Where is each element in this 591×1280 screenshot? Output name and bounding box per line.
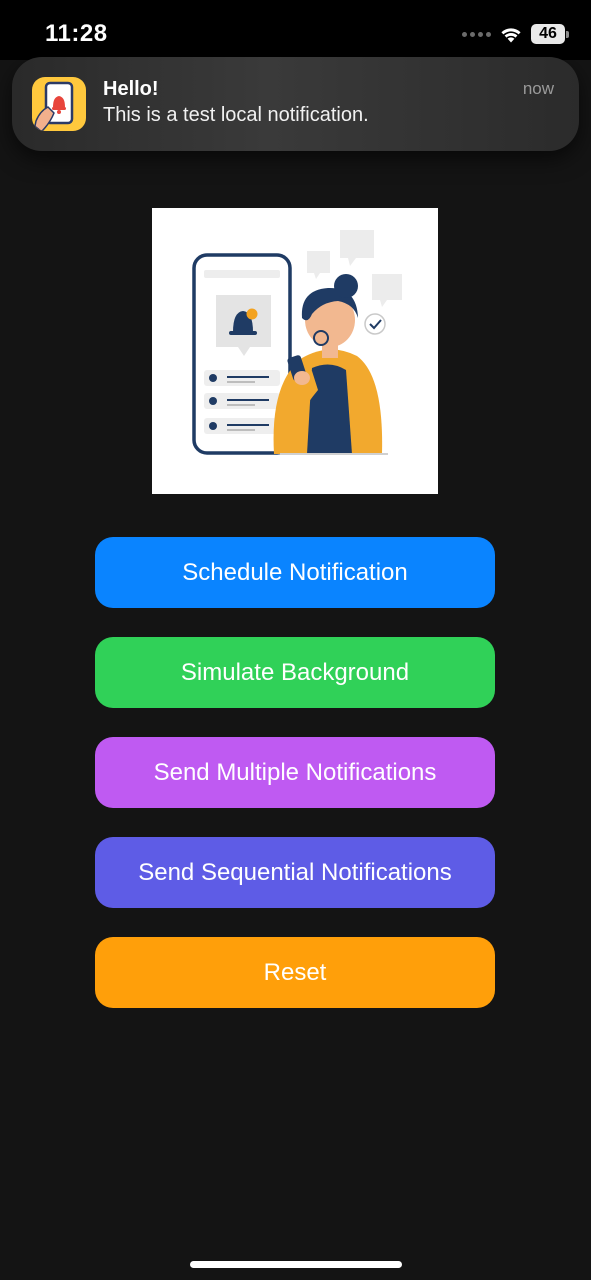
notification-body: This is a test local notification. — [103, 104, 369, 126]
send-sequential-notifications-button[interactable]: Send Sequential Notifications — [95, 837, 495, 908]
battery-icon: 46 — [531, 24, 569, 44]
send-multiple-notifications-button[interactable]: Send Multiple Notifications — [95, 737, 495, 808]
battery-level: 46 — [531, 24, 565, 44]
simulate-background-button[interactable]: Simulate Background — [95, 637, 495, 708]
notification-title: Hello! — [103, 78, 159, 100]
app-icon — [32, 77, 86, 131]
home-indicator[interactable] — [190, 1261, 402, 1268]
notification-banner[interactable]: Hello! This is a test local notification… — [12, 57, 579, 151]
notification-time: now — [522, 79, 554, 98]
notification-illustration — [152, 208, 438, 494]
status-icons: 46 — [462, 24, 569, 44]
reset-button[interactable]: Reset — [95, 937, 495, 1008]
wifi-icon — [501, 28, 521, 43]
status-time: 11:28 — [45, 20, 108, 47]
status-bar: 11:28 46 — [0, 0, 591, 60]
cellular-signal-icon — [462, 31, 491, 37]
schedule-notification-button[interactable]: Schedule Notification — [95, 537, 495, 608]
